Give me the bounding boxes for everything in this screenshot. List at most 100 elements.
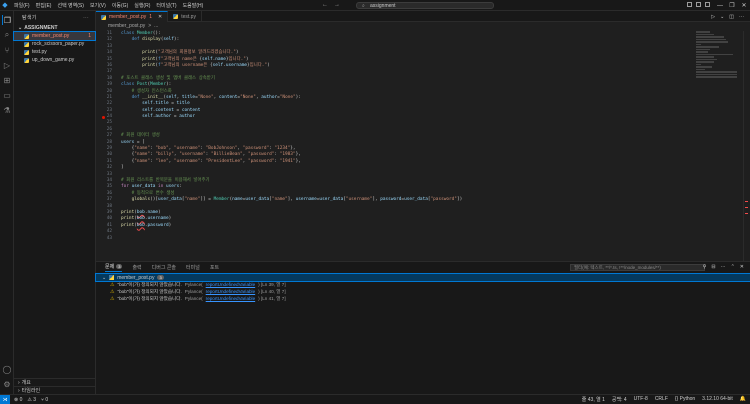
split-editor-icon[interactable]: ◫ <box>729 14 734 20</box>
tab-member-post[interactable]: member_post.py 1 ✕ <box>96 11 169 22</box>
more-actions-icon[interactable]: ··· <box>83 15 89 21</box>
navigation-arrows: ← → <box>322 2 340 8</box>
file-item[interactable]: rock_scissors_paper.py <box>14 40 95 48</box>
collapse-all-icon[interactable]: ⊟ <box>711 264 715 270</box>
file-item[interactable]: member_post.py 1 <box>13 31 96 41</box>
sidebar-title: 탐색기 <box>22 15 37 21</box>
problem-source: Pylance( <box>184 282 203 287</box>
outline-section[interactable]: › 개요 <box>14 378 96 386</box>
activity-bar: ❐ ⌕ ⑂ ▷ ⊞ ▭ ⚗ ◯ ⚙ <box>0 11 14 394</box>
python-file-icon <box>101 14 106 20</box>
status-indentation[interactable]: 공백: 4 <box>612 396 627 403</box>
outline-label: 개요 <box>21 380 31 386</box>
chevron-down-icon: ⌄ <box>102 274 107 281</box>
menu-selection[interactable]: 선택 영역(S) <box>57 2 83 9</box>
editor-area: member_post.py 1 ✕ test.py ▷ ⌄ ◫ ··· mem… <box>96 11 750 261</box>
tab-test[interactable]: test.py <box>168 11 202 22</box>
extensions-icon[interactable]: ⊞ <box>2 75 12 85</box>
close-window-icon[interactable]: ✕ <box>738 0 750 11</box>
maximize-panel-icon[interactable]: ⌃ <box>731 264 735 270</box>
tab-ports[interactable]: 포트 <box>210 264 219 271</box>
command-center-search[interactable]: ⌕ assignment <box>356 2 494 9</box>
problem-item[interactable]: ⚠ "bob"이(가) 정의되지 않았습니다. Pylance(reportUn… <box>96 288 750 295</box>
status-interpreter[interactable]: 3.12.10 64-bit <box>702 396 733 403</box>
breakpoint-icon[interactable] <box>102 115 105 119</box>
close-panel-icon[interactable]: ✕ <box>740 264 744 270</box>
status-bar: ⋊ ⊗ 0 ⚠ 3 ⑂ 0 줄 43, 열 1 공백: 4 UTF-8 CRLF… <box>0 394 750 404</box>
panel-actions: ⚲ ⊟ ··· ⌃ ✕ <box>703 264 744 270</box>
menu-file[interactable]: 파일(F) <box>14 2 30 9</box>
python-file-icon <box>24 33 29 39</box>
status-errors[interactable]: ⊗ 0 <box>14 397 22 403</box>
chevron-down-icon: ⌄ <box>18 25 23 31</box>
menu-help[interactable]: 도움말(H) <box>183 2 204 9</box>
status-encoding[interactable]: UTF-8 <box>634 396 648 403</box>
status-language[interactable]: {} Python <box>675 396 695 403</box>
problem-code-link[interactable]: reportUndefinedVariable <box>206 296 255 301</box>
source-control-icon[interactable]: ⑂ <box>2 45 12 55</box>
problems-filter-input[interactable]: 필터(예: 텍스트, **/*.ts, !**/node_modules/**) <box>570 264 705 271</box>
status-ports[interactable]: ⑂ 0 <box>41 397 48 403</box>
minimize-icon[interactable]: — <box>714 0 726 11</box>
account-icon[interactable]: ◯ <box>2 364 12 374</box>
run-debug-icon[interactable]: ▷ <box>2 60 12 70</box>
workspace-folder[interactable]: ⌄ ASSIGNMENT <box>14 24 95 32</box>
remote-indicator-icon[interactable]: ⋊ <box>0 394 10 404</box>
close-icon[interactable]: ✕ <box>158 14 162 20</box>
chevron-down-icon[interactable]: ⌄ <box>720 14 724 20</box>
manage-gear-icon[interactable]: ⚙ <box>2 379 12 389</box>
status-cursor-position[interactable]: 줄 43, 열 1 <box>582 396 605 403</box>
testing-icon[interactable]: ⚗ <box>2 105 12 115</box>
menu-run[interactable]: 실행(R) <box>134 2 150 9</box>
menu-view[interactable]: 보기(V) <box>90 2 106 9</box>
run-file-icon[interactable]: ▷ <box>711 14 715 20</box>
back-arrow-icon[interactable]: ← <box>322 2 328 8</box>
menu-edit[interactable]: 편집(E) <box>36 2 52 9</box>
breadcrumb: member_post.py > ... <box>96 22 750 29</box>
more-actions-icon[interactable]: ··· <box>721 264 726 270</box>
breadcrumb-symbol[interactable]: ... <box>154 23 158 29</box>
forward-arrow-icon[interactable]: → <box>334 2 340 8</box>
status-warnings[interactable]: ⚠ 3 <box>27 397 36 403</box>
problem-item[interactable]: ⚠ "bob"이(가) 정의되지 않았습니다. Pylance(reportUn… <box>96 281 750 288</box>
maximize-icon[interactable]: ❐ <box>726 0 738 11</box>
code-editor[interactable]: 11 class Member(): 12 def display(self): 13… <box>96 31 696 242</box>
problem-item[interactable]: ⚠ "bob"이(가) 정의되지 않았습니다. Pylance(reportUn… <box>96 295 750 302</box>
remote-explorer-icon[interactable]: ▭ <box>2 90 12 100</box>
code-line[interactable]: 43 <box>96 236 696 242</box>
tab-terminal[interactable]: 터미널 <box>186 264 200 271</box>
problems-list: ⌄ member_post.py 3 ⚠ "bob"이(가) 정의되지 않았습니… <box>95 273 750 302</box>
file-item[interactable]: test.py <box>14 48 95 56</box>
toggle-secondary-sidebar-icon[interactable] <box>705 2 710 7</box>
title-bar: ◆ 파일(F) 편집(E) 선택 영역(S) 보기(V) 이동(G) 실행(R)… <box>0 0 750 11</box>
minimap[interactable] <box>696 31 742 91</box>
search-view-icon[interactable]: ⌕ <box>2 30 12 40</box>
file-name: test.py <box>32 49 47 55</box>
timeline-label: 타임라인 <box>21 388 41 394</box>
toggle-sidebar-icon[interactable] <box>687 2 692 7</box>
status-eol[interactable]: CRLF <box>655 396 668 403</box>
problem-location: ) [Ln 39, 열 7] <box>258 281 286 287</box>
explorer-icon[interactable]: ❐ <box>2 15 12 25</box>
filter-icon[interactable]: ⚲ <box>703 264 707 270</box>
problem-code-link[interactable]: reportUndefinedVariable <box>206 289 255 294</box>
overview-ruler[interactable] <box>743 31 748 261</box>
timeline-section[interactable]: › 타임라인 <box>14 386 96 394</box>
explorer-sidebar: 탐색기 ··· ⌄ ASSIGNMENT member_post.py 1 ro… <box>13 11 96 394</box>
menu-go[interactable]: 이동(G) <box>112 2 128 9</box>
menu-terminal[interactable]: 터미널(T) <box>156 2 176 9</box>
tab-problems[interactable]: 문제 3 <box>105 263 123 272</box>
notifications-bell-icon[interactable]: 🔔 <box>740 396 746 403</box>
problem-file-group[interactable]: ⌄ member_post.py 3 <box>95 273 750 282</box>
tab-output[interactable]: 출력 <box>132 264 141 271</box>
more-actions-icon[interactable]: ··· <box>739 14 744 20</box>
breadcrumb-file[interactable]: member_post.py <box>108 23 145 29</box>
toggle-panel-icon[interactable] <box>696 2 701 7</box>
problem-file-count: 3 <box>157 275 164 280</box>
problem-code-link[interactable]: reportUndefinedVariable <box>206 282 255 287</box>
chevron-right-icon: › <box>18 379 20 386</box>
tab-debug-console[interactable]: 디버그 콘솔 <box>152 264 176 271</box>
python-file-icon <box>24 57 29 63</box>
sidebar-header: 탐색기 ··· <box>14 11 95 24</box>
file-item[interactable]: up_down_game.py <box>14 56 95 64</box>
